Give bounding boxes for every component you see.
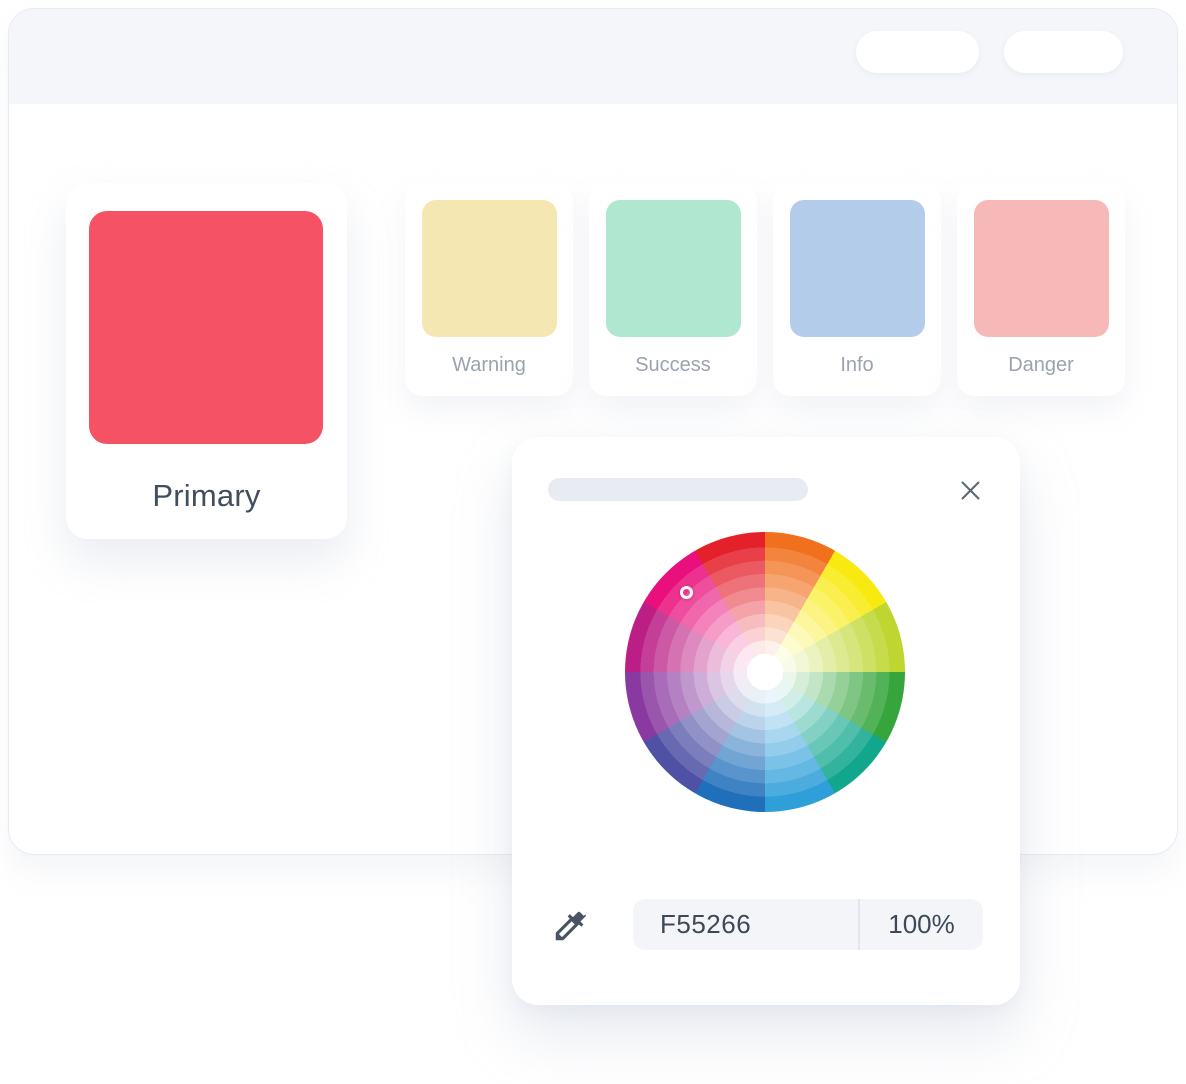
color-value-field: F55266 100%: [633, 899, 983, 950]
info-color-card[interactable]: Info: [773, 183, 941, 396]
close-button[interactable]: [956, 476, 984, 504]
danger-color-label: Danger: [957, 354, 1125, 377]
eyedropper-button[interactable]: [550, 905, 590, 947]
window-header: [9, 9, 1177, 104]
color-wheel[interactable]: [625, 532, 905, 812]
eyedropper-icon: [551, 907, 589, 945]
opacity-input[interactable]: 100%: [860, 899, 983, 950]
hex-input[interactable]: F55266: [633, 899, 858, 950]
app-canvas: Primary Warning Success Info Danger: [0, 0, 1186, 1084]
danger-color-swatch[interactable]: [974, 200, 1109, 337]
dialog-title-placeholder: [548, 478, 808, 501]
color-selection-marker[interactable]: [680, 586, 693, 599]
success-color-card[interactable]: Success: [589, 183, 757, 396]
header-pill-button-2[interactable]: [1004, 31, 1123, 73]
primary-color-swatch[interactable]: [89, 211, 323, 444]
primary-color-card[interactable]: Primary: [66, 183, 347, 539]
info-color-swatch[interactable]: [790, 200, 925, 337]
color-picker-dialog: F55266 100%: [512, 437, 1020, 1005]
danger-color-card[interactable]: Danger: [957, 183, 1125, 396]
warning-color-card[interactable]: Warning: [405, 183, 573, 396]
success-color-label: Success: [589, 354, 757, 377]
header-pill-button-1[interactable]: [856, 31, 979, 73]
close-icon: [959, 479, 982, 502]
warning-color-label: Warning: [405, 354, 573, 377]
primary-color-label: Primary: [66, 478, 347, 514]
warning-color-swatch[interactable]: [422, 200, 557, 337]
success-color-swatch[interactable]: [606, 200, 741, 337]
info-color-label: Info: [773, 354, 941, 377]
